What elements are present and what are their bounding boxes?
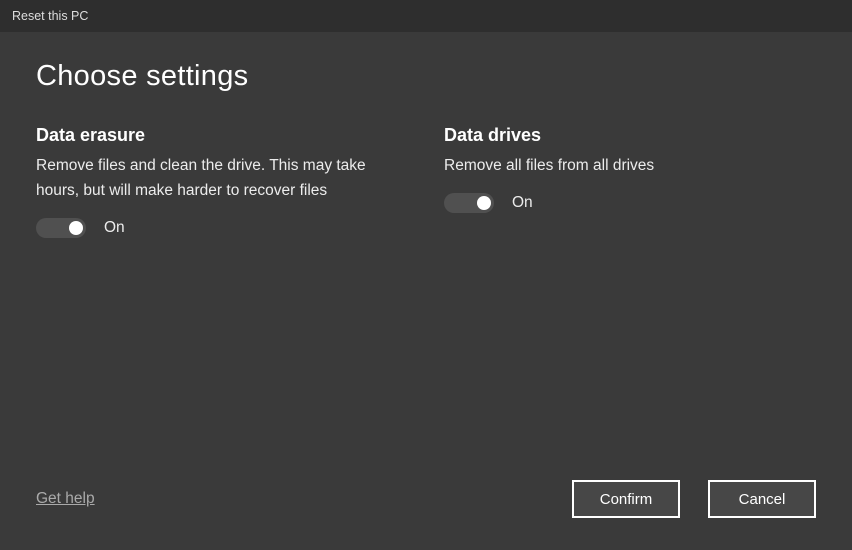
cancel-button[interactable]: Cancel xyxy=(708,480,816,518)
toggle-label-drives: On xyxy=(512,194,533,212)
content-area: Choose settings Data erasure Remove file… xyxy=(0,32,852,550)
button-row: Confirm Cancel xyxy=(572,480,816,518)
settings-row: Data erasure Remove files and clean the … xyxy=(36,125,816,238)
setting-heading-drives: Data drives xyxy=(444,125,814,146)
toggle-data-drives[interactable] xyxy=(444,193,494,213)
page-title: Choose settings xyxy=(36,60,816,93)
setting-data-drives: Data drives Remove all files from all dr… xyxy=(444,125,814,238)
toggle-thumb-icon xyxy=(477,196,491,210)
titlebar: Reset this PC xyxy=(0,0,852,32)
get-help-link[interactable]: Get help xyxy=(36,490,95,508)
toggle-row-drives: On xyxy=(444,193,814,213)
setting-description-erasure: Remove files and clean the drive. This m… xyxy=(36,154,406,204)
toggle-label-erasure: On xyxy=(104,219,125,237)
footer: Get help Confirm Cancel xyxy=(36,480,816,550)
setting-data-erasure: Data erasure Remove files and clean the … xyxy=(36,125,406,238)
setting-description-drives: Remove all files from all drives xyxy=(444,154,814,179)
toggle-row-erasure: On xyxy=(36,218,406,238)
confirm-button[interactable]: Confirm xyxy=(572,480,680,518)
setting-heading-erasure: Data erasure xyxy=(36,125,406,146)
toggle-thumb-icon xyxy=(69,221,83,235)
toggle-data-erasure[interactable] xyxy=(36,218,86,238)
window-title: Reset this PC xyxy=(12,9,88,23)
